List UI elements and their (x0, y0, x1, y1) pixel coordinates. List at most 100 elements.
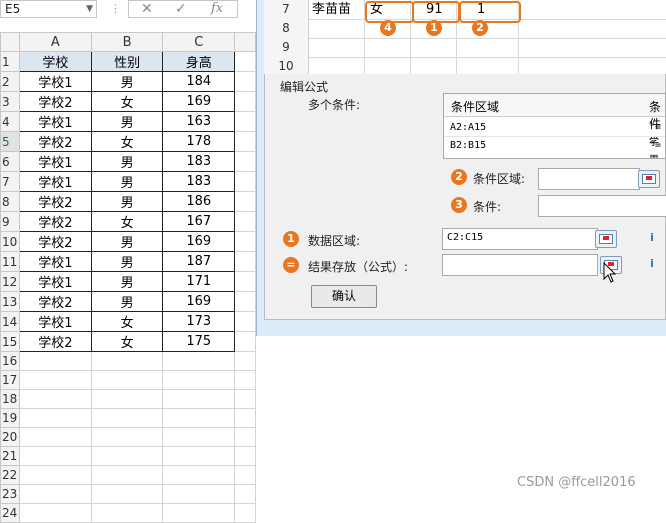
preview-name-cell[interactable]: 李苗苗 (312, 0, 351, 19)
cell-b[interactable]: 女 (90, 311, 164, 332)
row-header[interactable]: 10 (0, 231, 20, 252)
cell-c[interactable]: 173 (162, 311, 236, 332)
cell-d[interactable] (234, 251, 256, 272)
info-icon[interactable]: i (645, 231, 659, 245)
cell-c[interactable] (162, 389, 236, 409)
cell-a[interactable]: 学校1 (18, 251, 92, 272)
cell-d[interactable] (234, 211, 256, 232)
row-header[interactable]: 17 (0, 370, 20, 390)
row-header[interactable]: 19 (0, 408, 20, 428)
row-header[interactable]: 5 (0, 131, 20, 152)
cell-b[interactable] (90, 465, 164, 485)
range-picker-icon[interactable] (638, 170, 660, 188)
cell-c[interactable]: 163 (162, 111, 236, 132)
cell-d[interactable] (234, 191, 256, 212)
select-all-corner[interactable] (0, 32, 20, 52)
cell-c[interactable] (162, 503, 236, 523)
cell-c[interactable]: 171 (162, 271, 236, 292)
cell-b[interactable]: 女 (90, 331, 164, 352)
cell-a[interactable]: 学校2 (18, 291, 92, 312)
confirm-button[interactable]: 确认 (311, 285, 377, 308)
data-range-input[interactable]: C2:C15 (442, 228, 598, 250)
row-header[interactable]: 11 (0, 251, 20, 272)
cell-b[interactable] (90, 370, 164, 390)
cell-b[interactable] (90, 503, 164, 523)
cell-a[interactable]: 学校 (18, 51, 92, 72)
row-header[interactable]: 20 (0, 427, 20, 447)
fx-icon[interactable]: fx (211, 1, 223, 17)
cell-c[interactable]: 178 (162, 131, 236, 152)
cell-d[interactable] (234, 151, 256, 172)
cell-d[interactable] (234, 389, 256, 409)
cell-c[interactable]: 身高 (162, 51, 236, 72)
cell-a[interactable] (18, 351, 92, 371)
cell-d[interactable] (234, 503, 256, 523)
cell-b[interactable]: 男 (90, 271, 164, 292)
cell-c[interactable]: 175 (162, 331, 236, 352)
cell-d[interactable] (234, 427, 256, 447)
cell-c[interactable] (162, 465, 236, 485)
row-header[interactable]: 2 (0, 71, 20, 92)
cell-a[interactable] (18, 370, 92, 390)
cell-d[interactable] (234, 331, 256, 352)
row-header[interactable]: 16 (0, 351, 20, 371)
cell-a[interactable] (18, 389, 92, 409)
row-header[interactable]: 14 (0, 311, 20, 332)
cell-d[interactable] (234, 465, 256, 485)
cell-b[interactable] (90, 351, 164, 371)
row-header[interactable]: 12 (0, 271, 20, 292)
cell-b[interactable] (90, 389, 164, 409)
info-icon[interactable]: i (645, 257, 659, 271)
row-header[interactable]: 18 (0, 389, 20, 409)
cancel-icon[interactable]: ✕ (141, 1, 153, 17)
column-header-c[interactable]: C (162, 32, 236, 52)
cell-b[interactable]: 女 (90, 131, 164, 152)
cell-a[interactable] (18, 484, 92, 504)
cell-d[interactable] (234, 408, 256, 428)
cell-a[interactable]: 学校2 (18, 191, 92, 212)
cell-c[interactable]: 183 (162, 171, 236, 192)
range-picker-icon[interactable] (595, 230, 617, 248)
condition-cell[interactable]: "=男 (649, 140, 665, 158)
cell-b[interactable] (90, 408, 164, 428)
cell-c[interactable] (162, 484, 236, 504)
cell-c[interactable]: 169 (162, 291, 236, 312)
cell-b[interactable]: 男 (90, 111, 164, 132)
cell-d[interactable] (234, 71, 256, 92)
cell-c[interactable]: 187 (162, 251, 236, 272)
cell-b[interactable]: 男 (90, 231, 164, 252)
cell-a[interactable] (18, 465, 92, 485)
cell-b[interactable] (90, 446, 164, 466)
row-header[interactable]: 22 (0, 465, 20, 485)
cell-c[interactable]: 167 (162, 211, 236, 232)
row-header[interactable]: 15 (0, 331, 20, 352)
cell-a[interactable]: 学校1 (18, 311, 92, 332)
cell-c[interactable] (162, 351, 236, 371)
row-header[interactable]: 13 (0, 291, 20, 312)
cell-b[interactable]: 男 (90, 191, 164, 212)
cell-b[interactable] (90, 427, 164, 447)
condition-range-input[interactable] (538, 168, 640, 190)
cell-b[interactable] (90, 484, 164, 504)
chevron-down-icon[interactable]: ▼ (86, 1, 93, 17)
row-header[interactable]: 6 (0, 151, 20, 172)
cell-a[interactable] (18, 503, 92, 523)
cell-a[interactable]: 学校1 (18, 271, 92, 292)
cell-d[interactable] (234, 446, 256, 466)
cell-c[interactable]: 169 (162, 231, 236, 252)
column-header-a[interactable]: A (18, 32, 92, 52)
cell-b[interactable]: 男 (90, 291, 164, 312)
cell-d[interactable] (234, 171, 256, 192)
cell-c[interactable] (162, 446, 236, 466)
cell-c[interactable] (162, 370, 236, 390)
cell-a[interactable] (18, 408, 92, 428)
cell-a[interactable]: 学校2 (18, 231, 92, 252)
cell-a[interactable] (18, 446, 92, 466)
cell-d[interactable] (234, 484, 256, 504)
cell-b[interactable]: 男 (90, 171, 164, 192)
cell-d[interactable] (234, 271, 256, 292)
conditions-table[interactable]: 条件区域 条件 A2:A15 "=学 B2:B15 "=男 (443, 93, 666, 159)
cell-d[interactable] (234, 91, 256, 112)
cell-b[interactable]: 女 (90, 211, 164, 232)
cell-b[interactable]: 男 (90, 71, 164, 92)
